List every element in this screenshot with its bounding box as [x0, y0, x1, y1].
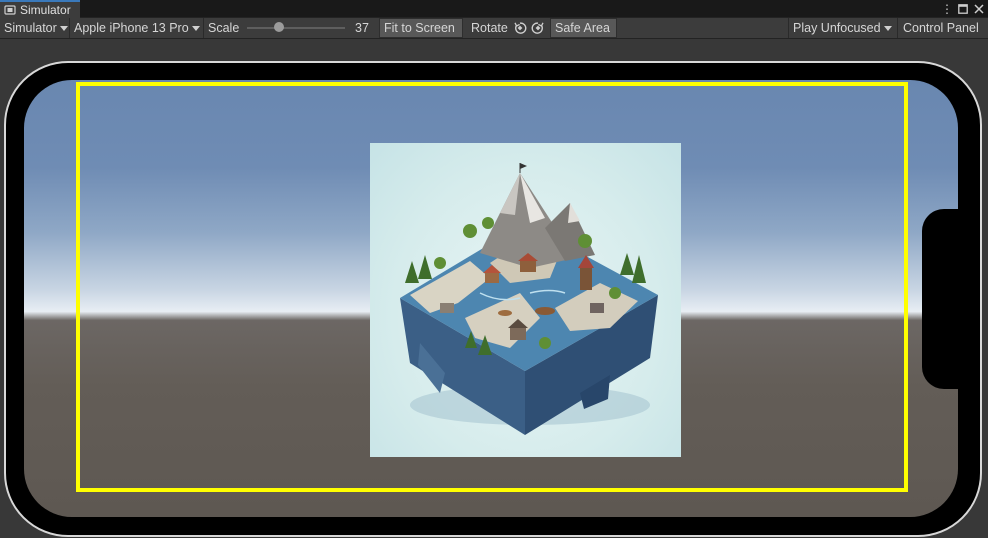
device-dropdown-label: Apple iPhone 13 Pro [74, 21, 189, 35]
safe-area-toggle[interactable]: Safe Area [550, 18, 617, 38]
window-tab-bar: Simulator ⋮ [0, 0, 988, 18]
close-icon[interactable] [974, 4, 984, 14]
scale-slider-thumb[interactable] [274, 22, 284, 32]
device-notch [922, 209, 962, 389]
maximize-icon[interactable] [958, 4, 968, 14]
mode-dropdown[interactable]: Simulator [0, 18, 72, 38]
fit-to-screen-label: Fit to Screen [384, 21, 455, 35]
play-mode-label: Play Unfocused [793, 21, 881, 35]
chevron-down-icon [883, 25, 892, 31]
more-options-icon[interactable]: ⋮ [941, 2, 953, 16]
chevron-down-icon [191, 25, 200, 31]
fit-to-screen-button[interactable]: Fit to Screen [379, 18, 463, 38]
scale-label: Scale [208, 21, 240, 35]
control-panel-label: Control Panel [903, 21, 979, 35]
device-dropdown[interactable]: Apple iPhone 13 Pro [70, 18, 204, 38]
rotate-label: Rotate [471, 21, 508, 35]
simulator-toolbar: Simulator Apple iPhone 13 Pro Scale 37 F… [0, 18, 988, 39]
safe-area-overlay [76, 82, 908, 492]
scale-value: 37 [355, 21, 369, 35]
simulator-window-icon [4, 5, 16, 15]
simulator-tab[interactable]: Simulator [0, 0, 80, 18]
rotate-right-icon[interactable] [530, 18, 546, 38]
play-mode-dropdown[interactable]: Play Unfocused [789, 18, 896, 38]
safe-area-label: Safe Area [555, 21, 610, 35]
tab-title: Simulator [20, 3, 71, 17]
scale-slider-track[interactable] [247, 27, 345, 29]
mode-dropdown-label: Simulator [4, 21, 57, 35]
rotate-left-icon[interactable] [512, 18, 528, 38]
control-panel-button[interactable]: Control Panel [899, 18, 983, 38]
chevron-down-icon [59, 25, 68, 31]
